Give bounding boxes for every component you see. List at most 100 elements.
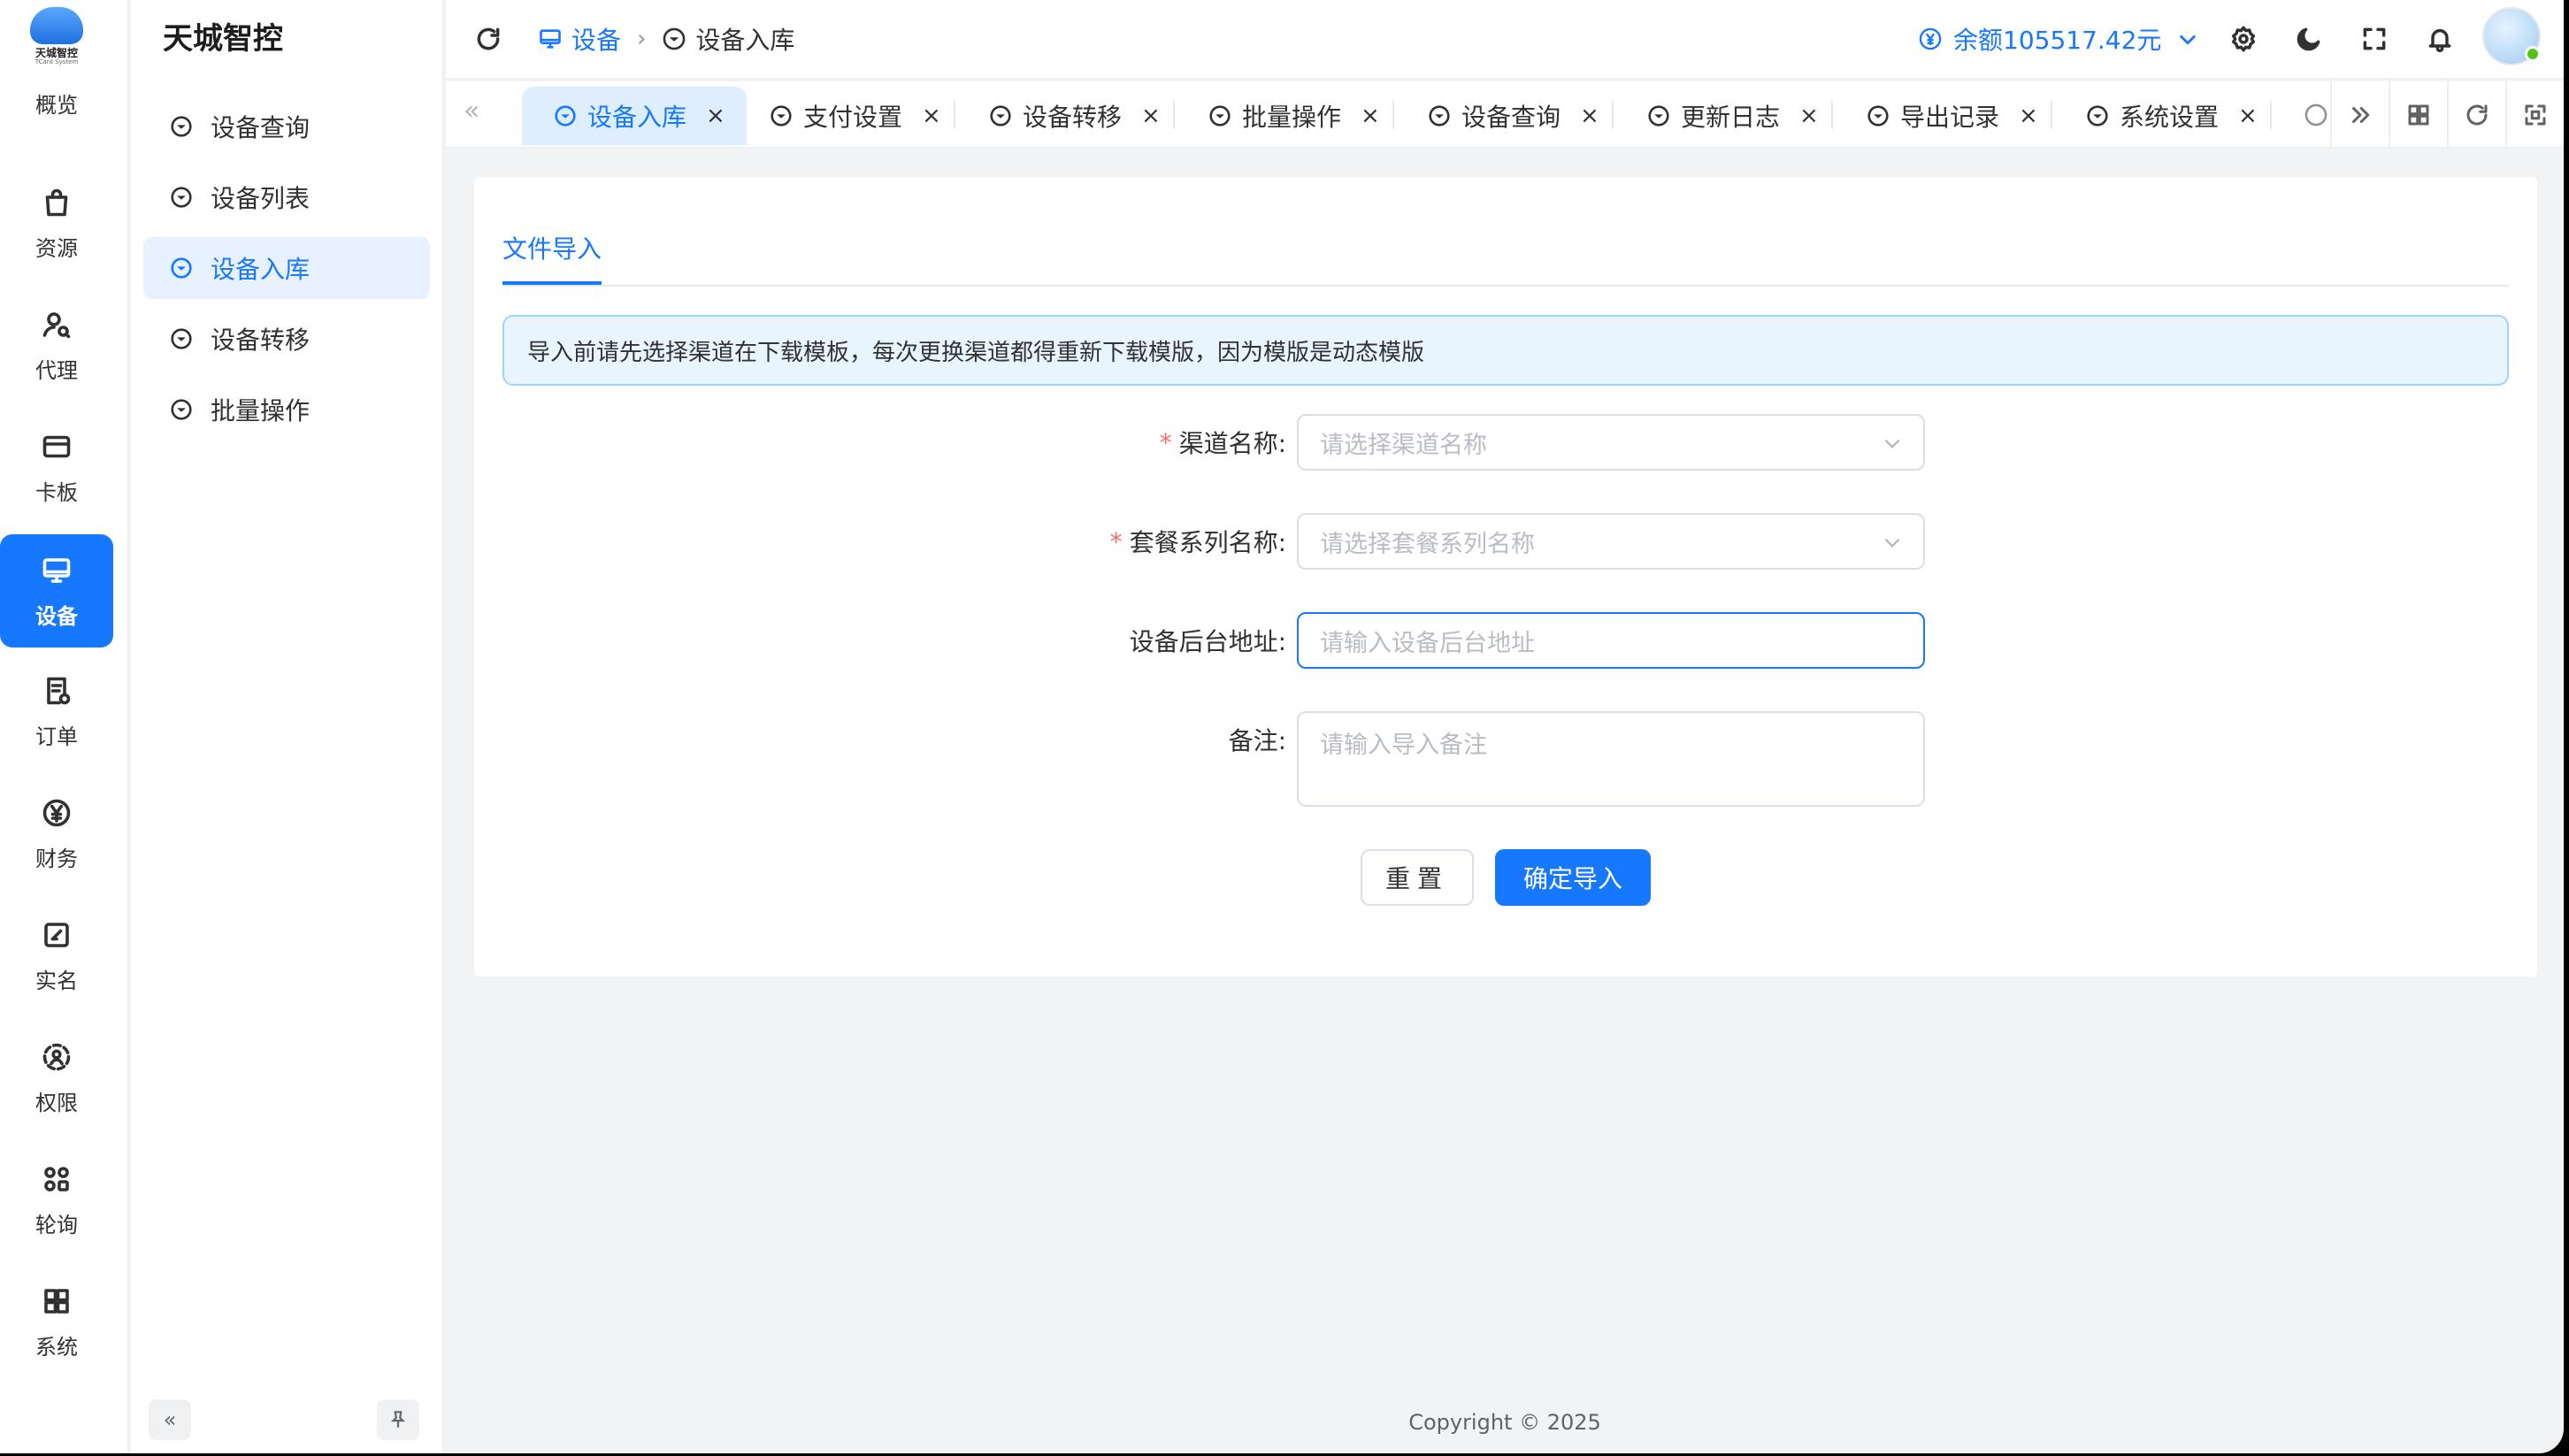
reset-button-label: 重置 <box>1384 864 1449 893</box>
tab-update-log[interactable]: 更新日志 × <box>1615 87 1840 145</box>
tab-file-import[interactable]: 文件导入 <box>502 230 602 265</box>
rail-item-permission[interactable]: 权限 <box>0 1021 113 1134</box>
rail-item-agent[interactable]: 代理 <box>0 288 113 402</box>
bag-icon <box>39 185 74 220</box>
balance-dropdown[interactable]: 余额105517.42元 <box>1918 19 2200 58</box>
menu-item-device-query[interactable]: 设备查询 <box>143 96 430 157</box>
tabs-scroll-right-button[interactable] <box>2330 81 2389 147</box>
package-placeholder: 请选择套餐系列名称 <box>1320 530 1535 558</box>
fullscreen-button[interactable] <box>2355 19 2394 58</box>
top-bar: 设备 › 设备入库 余额105517.42元 <box>446 0 2564 80</box>
tab-label: 支付设置 <box>803 103 903 132</box>
settings-button[interactable] <box>2224 19 2263 58</box>
tab-label: 系统设置 <box>2120 103 2220 132</box>
close-icon[interactable]: × <box>706 103 725 129</box>
reload-tab-button[interactable] <box>2447 81 2505 147</box>
brand-title: 天城智控 <box>163 21 283 57</box>
rail-item-system[interactable]: 系统 <box>0 1265 113 1378</box>
confirm-import-button[interactable]: 确定导入 <box>1495 849 1651 906</box>
package-label: * 套餐系列名称: <box>740 513 1286 570</box>
tab-divider <box>502 285 2509 287</box>
circle-chevron-icon <box>1867 105 1889 126</box>
tab-system-settings[interactable]: 系统设置 × <box>2054 87 2279 145</box>
bell-icon <box>2428 29 2451 52</box>
breadcrumb-root[interactable]: 设备 <box>538 21 621 57</box>
menu-item-batch-ops[interactable]: 批量操作 <box>143 379 430 441</box>
tab-divider <box>1392 101 1394 129</box>
menu-item-device-transfer[interactable]: 设备转移 <box>143 308 430 370</box>
dark-mode-toggle[interactable] <box>2289 19 2328 58</box>
remark-textarea[interactable]: 请输入导入备注 <box>1297 711 1925 807</box>
reset-button[interactable]: 重置 <box>1361 849 1474 906</box>
tab-device-import[interactable]: 设备入库 × <box>522 87 747 145</box>
rail-item-realname[interactable]: 实名 <box>0 899 113 1012</box>
rail-item-finance[interactable]: 财务 <box>0 777 113 890</box>
circle-chevron-icon <box>771 105 792 126</box>
close-icon[interactable]: × <box>1141 103 1161 129</box>
moon-icon <box>2297 27 2320 51</box>
backend-url-input[interactable]: 请输入设备后台地址 <box>1297 612 1925 669</box>
tabs-menu-button[interactable] <box>2389 81 2447 147</box>
tab-label: 更新日志 <box>1681 103 1781 132</box>
rail-item-poll[interactable]: 轮询 <box>0 1143 113 1256</box>
circle-chevron-icon <box>663 27 686 50</box>
pin-icon <box>390 1411 406 1428</box>
close-icon[interactable]: × <box>922 103 941 129</box>
circle-chevron-icon <box>171 257 192 279</box>
tab-label: 设备入库 <box>587 103 687 132</box>
cloud-logo-icon <box>30 7 83 44</box>
rail-item-order[interactable]: 订单 <box>0 655 113 768</box>
rail-item-device[interactable]: 设备 <box>0 534 113 648</box>
tabs-scroll-left-button[interactable]: « <box>464 96 479 126</box>
rail-item-card[interactable]: 卡板 <box>0 410 113 524</box>
package-label-text: 套餐系列名称: <box>1129 528 1286 557</box>
double-chevron-left-icon: « <box>163 1407 177 1432</box>
monitor-icon <box>540 29 561 49</box>
required-asterisk: * <box>1159 427 1172 457</box>
remark-label-text: 备注: <box>1228 726 1286 755</box>
balance-amount: 余额105517.42元 <box>1953 26 2162 55</box>
close-icon[interactable]: × <box>2019 103 2038 129</box>
pin-sidebar-button[interactable] <box>377 1399 419 1440</box>
logo-title: 天城智控 <box>35 47 78 59</box>
close-icon[interactable]: × <box>1799 103 1819 129</box>
rail-item-overview[interactable]: 概览 <box>0 67 113 138</box>
tab-export-records[interactable]: 导出记录 × <box>1835 87 2059 145</box>
circle-chevron-icon <box>1429 105 1450 126</box>
poll-icon <box>39 1161 74 1197</box>
monitor-icon <box>39 553 74 588</box>
rail-item-label: 概览 <box>35 92 78 118</box>
gear-icon <box>2231 26 2256 52</box>
tab-device-query[interactable]: 设备查询 × <box>1396 87 1621 145</box>
circle-chevron-icon <box>171 116 192 137</box>
notifications-button[interactable] <box>2420 19 2459 58</box>
circle-chevron-icon <box>1209 105 1231 126</box>
menu-item-label: 批量操作 <box>211 396 311 425</box>
close-icon[interactable]: × <box>1361 103 1380 129</box>
tab-batch-ops[interactable]: 批量操作 × <box>1177 87 1401 145</box>
tab-label: 设备转移 <box>1023 103 1123 132</box>
package-select[interactable]: 请选择套餐系列名称 <box>1297 513 1925 570</box>
rail-item-label: 设备 <box>35 603 78 629</box>
refresh-page-button[interactable] <box>469 19 508 58</box>
refresh-icon <box>2466 104 2488 126</box>
collapse-sidebar-button[interactable]: « <box>149 1399 191 1440</box>
tab-payment-settings[interactable]: 支付设置 × <box>738 87 962 145</box>
rail-item-label: 轮询 <box>35 1212 78 1238</box>
online-status-dot <box>2525 46 2541 62</box>
tab-device-transfer[interactable]: 设备转移 × <box>957 87 1182 145</box>
breadcrumb-separator-icon: › <box>637 26 647 52</box>
rail-item-label: 财务 <box>35 846 78 871</box>
breadcrumb: 设备 › 设备入库 <box>538 19 794 58</box>
user-avatar[interactable] <box>2482 7 2541 65</box>
confirm-import-label: 确定导入 <box>1522 864 1622 893</box>
close-icon[interactable]: × <box>2238 103 2258 129</box>
menu-item-device-list[interactable]: 设备列表 <box>143 166 430 228</box>
tab-label: 批量操作 <box>1242 103 1342 132</box>
menu-item-device-import[interactable]: 设备入库 <box>143 237 430 299</box>
rail-item-resources[interactable]: 资源 <box>0 166 113 280</box>
rail-item-label: 实名 <box>35 968 78 993</box>
channel-select[interactable]: 请选择渠道名称 <box>1297 414 1925 471</box>
close-icon[interactable]: × <box>1580 103 1599 129</box>
maximize-content-button[interactable] <box>2505 81 2564 147</box>
